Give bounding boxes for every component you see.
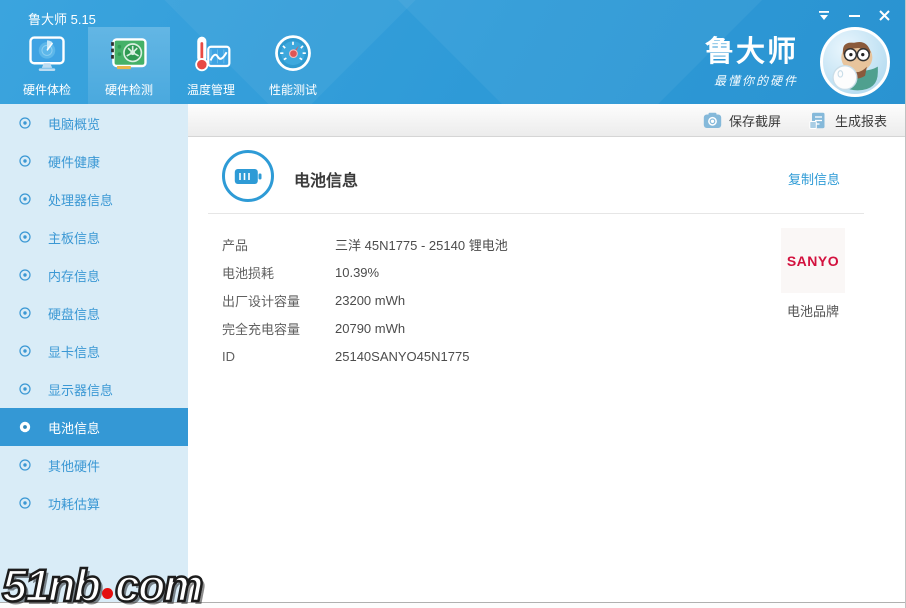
radio-dot-icon xyxy=(19,307,31,319)
sidebar-item-motherboard-info[interactable]: 主板信息 xyxy=(0,218,188,256)
sidebar-item-label: 硬盘信息 xyxy=(48,306,101,322)
battery-brand-caption: 电池品牌 xyxy=(786,304,839,319)
watermark: 51nb com xyxy=(1,559,205,608)
radio-dot-icon xyxy=(19,231,31,243)
sidebar-item-label: 处理器信息 xyxy=(48,192,114,208)
close-button[interactable] xyxy=(874,6,894,24)
tab-hardware-checkup[interactable]: 硬件体检 xyxy=(6,27,88,104)
save-screenshot-button[interactable]: 保存截屏 xyxy=(703,111,781,130)
monitor-gauge-icon xyxy=(25,33,69,77)
sidebar-item-battery-info[interactable]: 电池信息 xyxy=(0,408,188,446)
action-bar: 保存截屏 生成报表 xyxy=(188,104,905,137)
tab-label: 性能测试 xyxy=(268,83,317,97)
brand-tagline: 最懂你的硬件 xyxy=(713,74,798,88)
tab-label: 硬件检测 xyxy=(104,83,153,97)
radio-dot-icon xyxy=(19,117,31,129)
sidebar-item-label: 显示器信息 xyxy=(48,382,114,398)
tab-label: 温度管理 xyxy=(186,83,235,97)
table-row: 出厂设计容量 23200 mWh xyxy=(222,286,508,314)
copy-info-link[interactable]: 复制信息 xyxy=(788,169,840,188)
menu-dropdown-icon[interactable] xyxy=(814,6,834,24)
row-label: 电池损耗 xyxy=(222,265,275,281)
speedometer-icon xyxy=(271,33,315,77)
tab-label: 硬件体检 xyxy=(22,83,71,97)
window-controls xyxy=(814,6,894,24)
minimize-button[interactable] xyxy=(844,6,864,24)
thermometer-chart-icon xyxy=(189,33,233,77)
row-label: 产品 xyxy=(222,237,249,253)
section-divider xyxy=(208,213,864,214)
mascot-avatar xyxy=(820,27,890,97)
sidebar-item-label: 主板信息 xyxy=(48,230,101,246)
radio-dot-icon xyxy=(19,155,31,167)
row-value: 三洋 45N1775 - 25140 锂电池 xyxy=(335,237,508,253)
tab-hardware-detection[interactable]: 硬件检测 xyxy=(88,27,170,104)
sidebar-item-power-estimate[interactable]: 功耗估算 xyxy=(0,484,188,522)
row-label: ID xyxy=(222,348,235,364)
sidebar-item-label: 内存信息 xyxy=(48,268,101,284)
row-value: 20790 mWh xyxy=(335,320,406,336)
radio-dot-icon xyxy=(19,383,31,395)
radio-dot-icon xyxy=(19,459,31,471)
row-label: 出厂设计容量 xyxy=(222,293,301,309)
table-row: 完全充电容量 20790 mWh xyxy=(222,314,508,342)
tab-performance-test[interactable]: 性能测试 xyxy=(252,27,334,104)
sidebar: 电脑概览 硬件健康 处理器信息 主板信息 内存信息 硬盘信息 显卡信息 显示器信… xyxy=(0,104,188,602)
sidebar-item-label: 显卡信息 xyxy=(48,344,101,360)
brand-logo: 鲁大师 最懂你的硬件 xyxy=(705,36,798,89)
sidebar-item-other-hardware[interactable]: 其他硬件 xyxy=(0,446,188,484)
table-row: 产品 三洋 45N1775 - 25140 锂电池 xyxy=(222,230,508,258)
window-title: 鲁大师 5.15 xyxy=(28,12,96,27)
table-row: ID 25140SANYO45N1775 xyxy=(222,342,508,370)
sidebar-item-computer-overview[interactable]: 电脑概览 xyxy=(0,104,188,142)
generate-report-button[interactable]: 生成报表 xyxy=(809,111,887,130)
tab-temperature-management[interactable]: 温度管理 xyxy=(170,27,252,104)
camera-icon xyxy=(703,112,722,128)
sidebar-item-memory-info[interactable]: 内存信息 xyxy=(0,256,188,294)
page-title: 电池信息 xyxy=(294,173,359,190)
battery-info-table: 产品 三洋 45N1775 - 25140 锂电池 电池损耗 10.39% 出厂… xyxy=(222,230,508,370)
radio-dot-icon xyxy=(19,497,31,509)
sidebar-item-label: 其他硬件 xyxy=(48,458,101,474)
save-screenshot-label: 保存截屏 xyxy=(728,113,781,129)
table-row: 电池损耗 10.39% xyxy=(222,258,508,286)
header: 鲁大师 5.15 硬件体检 硬件检测 温度管理 性能测试 鲁大师 最懂你的硬件 xyxy=(0,0,905,104)
battery-brand-block: SANYO 电池品牌 xyxy=(781,228,845,320)
radio-dot-icon xyxy=(19,345,31,357)
sanyo-logo: SANYO xyxy=(781,228,845,293)
battery-badge xyxy=(222,150,274,202)
sidebar-item-label: 功耗估算 xyxy=(48,496,101,512)
sidebar-item-label: 电池信息 xyxy=(48,420,101,436)
watermark-dot xyxy=(102,588,114,599)
sidebar-item-gpu-info[interactable]: 显卡信息 xyxy=(0,332,188,370)
report-document-icon xyxy=(809,112,825,129)
row-label: 完全充电容量 xyxy=(222,321,301,337)
sidebar-item-label: 电脑概览 xyxy=(48,116,101,132)
radio-dot-icon xyxy=(19,193,31,205)
sidebar-item-display-info[interactable]: 显示器信息 xyxy=(0,370,188,408)
row-value: 23200 mWh xyxy=(335,292,406,308)
brand-name: 鲁大师 xyxy=(704,36,798,68)
app-window: 鲁大师 5.15 硬件体检 硬件检测 温度管理 性能测试 鲁大师 最懂你的硬件 … xyxy=(0,0,906,608)
sidebar-item-processor-info[interactable]: 处理器信息 xyxy=(0,180,188,218)
generate-report-label: 生成报表 xyxy=(834,113,887,129)
sidebar-item-label: 硬件健康 xyxy=(48,154,101,170)
gpu-card-icon xyxy=(107,33,151,77)
watermark-suffix: com xyxy=(114,559,205,608)
main-panel: 保存截屏 生成报表 电池信息 复制信息 产品 三洋 45N1775 - 2514… xyxy=(188,104,905,608)
sanyo-logo-text: SANYO xyxy=(786,252,840,269)
battery-icon xyxy=(234,168,262,184)
radio-dot-icon xyxy=(19,421,31,433)
row-value: 25140SANYO45N1775 xyxy=(335,348,470,364)
radio-dot-icon xyxy=(19,269,31,281)
watermark-prefix: 51nb xyxy=(1,559,103,608)
main-nav-tabs: 硬件体检 硬件检测 温度管理 性能测试 xyxy=(6,27,334,104)
sidebar-item-disk-info[interactable]: 硬盘信息 xyxy=(0,294,188,332)
row-value: 10.39% xyxy=(335,264,380,280)
sidebar-item-hardware-health[interactable]: 硬件健康 xyxy=(0,142,188,180)
